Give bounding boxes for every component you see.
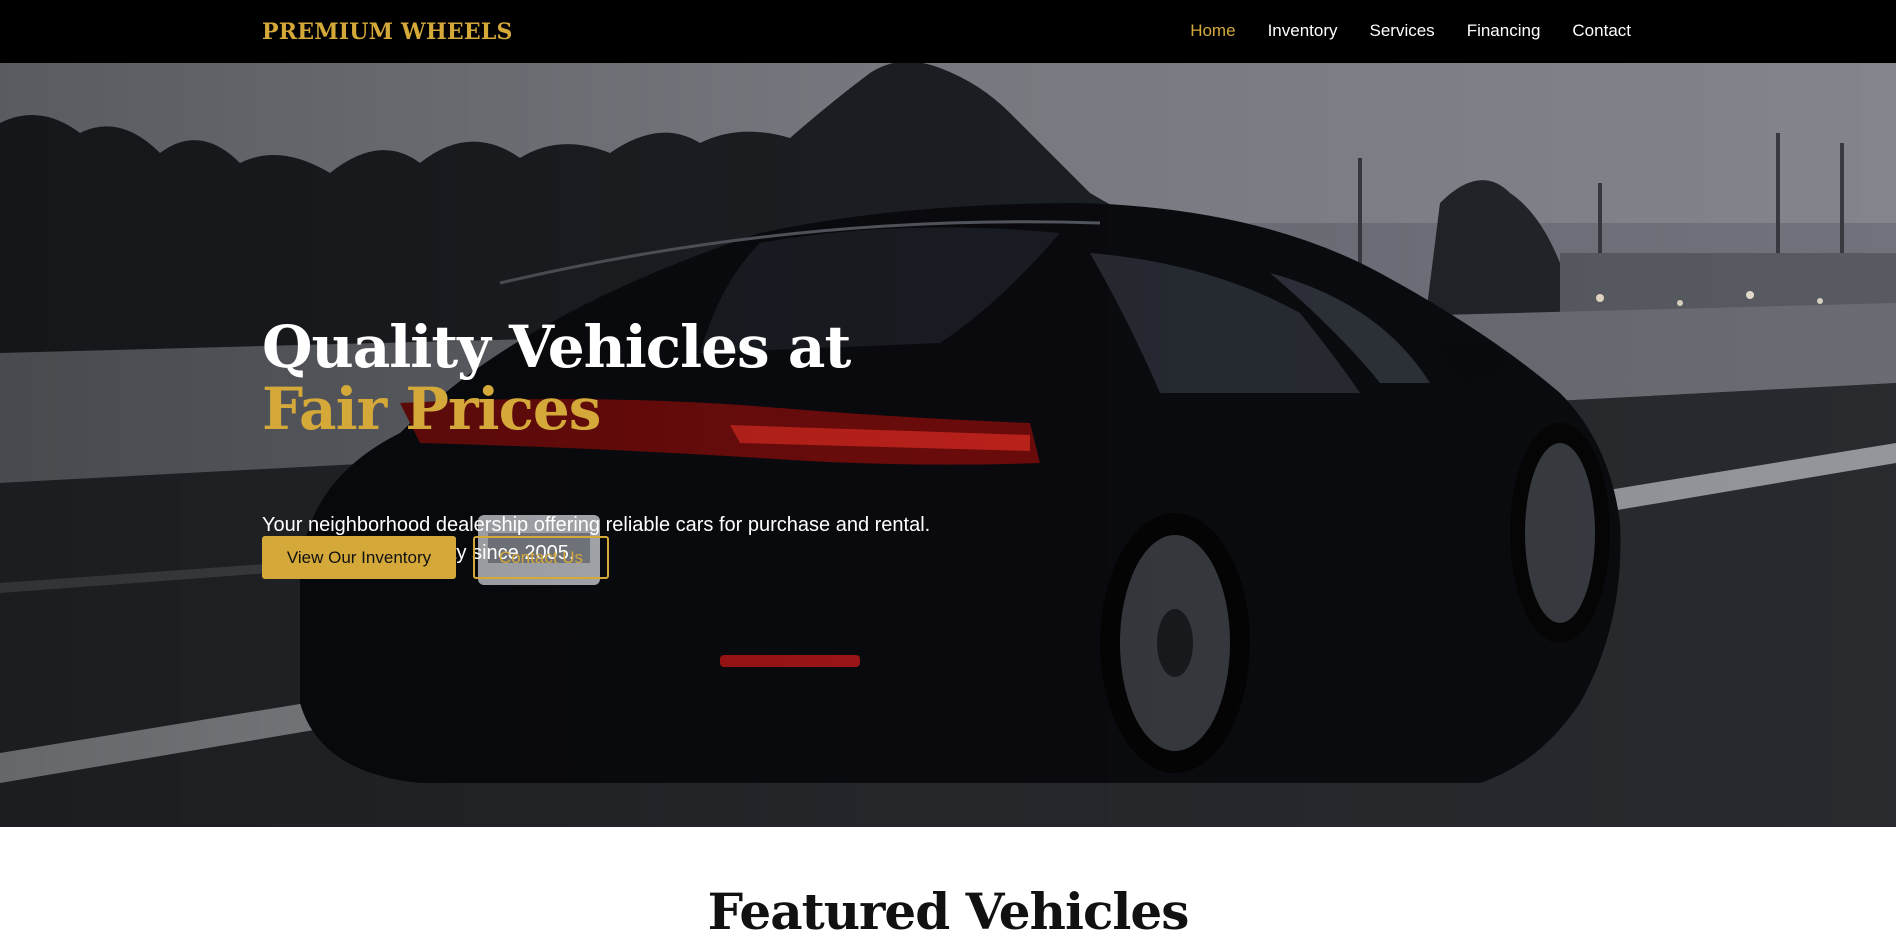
hero-overlay — [0, 63, 1896, 827]
nav-home[interactable]: Home — [1190, 21, 1235, 41]
nav-contact[interactable]: Contact — [1572, 21, 1631, 41]
main-nav: Home Inventory Services Financing Contac… — [1190, 21, 1631, 41]
hero-section: Quality Vehicles at Fair Prices Your nei… — [0, 63, 1896, 827]
nav-services[interactable]: Services — [1370, 21, 1435, 41]
nav-inventory[interactable]: Inventory — [1268, 21, 1338, 41]
hero-title-accent: Fair Prices — [262, 375, 601, 443]
contact-us-button[interactable]: Contact Us — [473, 536, 609, 579]
hero-title-main: Quality Vehicles at — [262, 313, 851, 381]
view-inventory-button[interactable]: View Our Inventory — [262, 536, 456, 579]
site-header: PREMIUM WHEELS Home Inventory Services F… — [0, 0, 1896, 63]
site-logo[interactable]: PREMIUM WHEELS — [262, 19, 513, 45]
nav-financing[interactable]: Financing — [1467, 21, 1541, 41]
hero-title: Quality Vehicles at Fair Prices — [262, 316, 982, 440]
featured-vehicles-heading: Featured Vehicles — [707, 882, 1190, 941]
